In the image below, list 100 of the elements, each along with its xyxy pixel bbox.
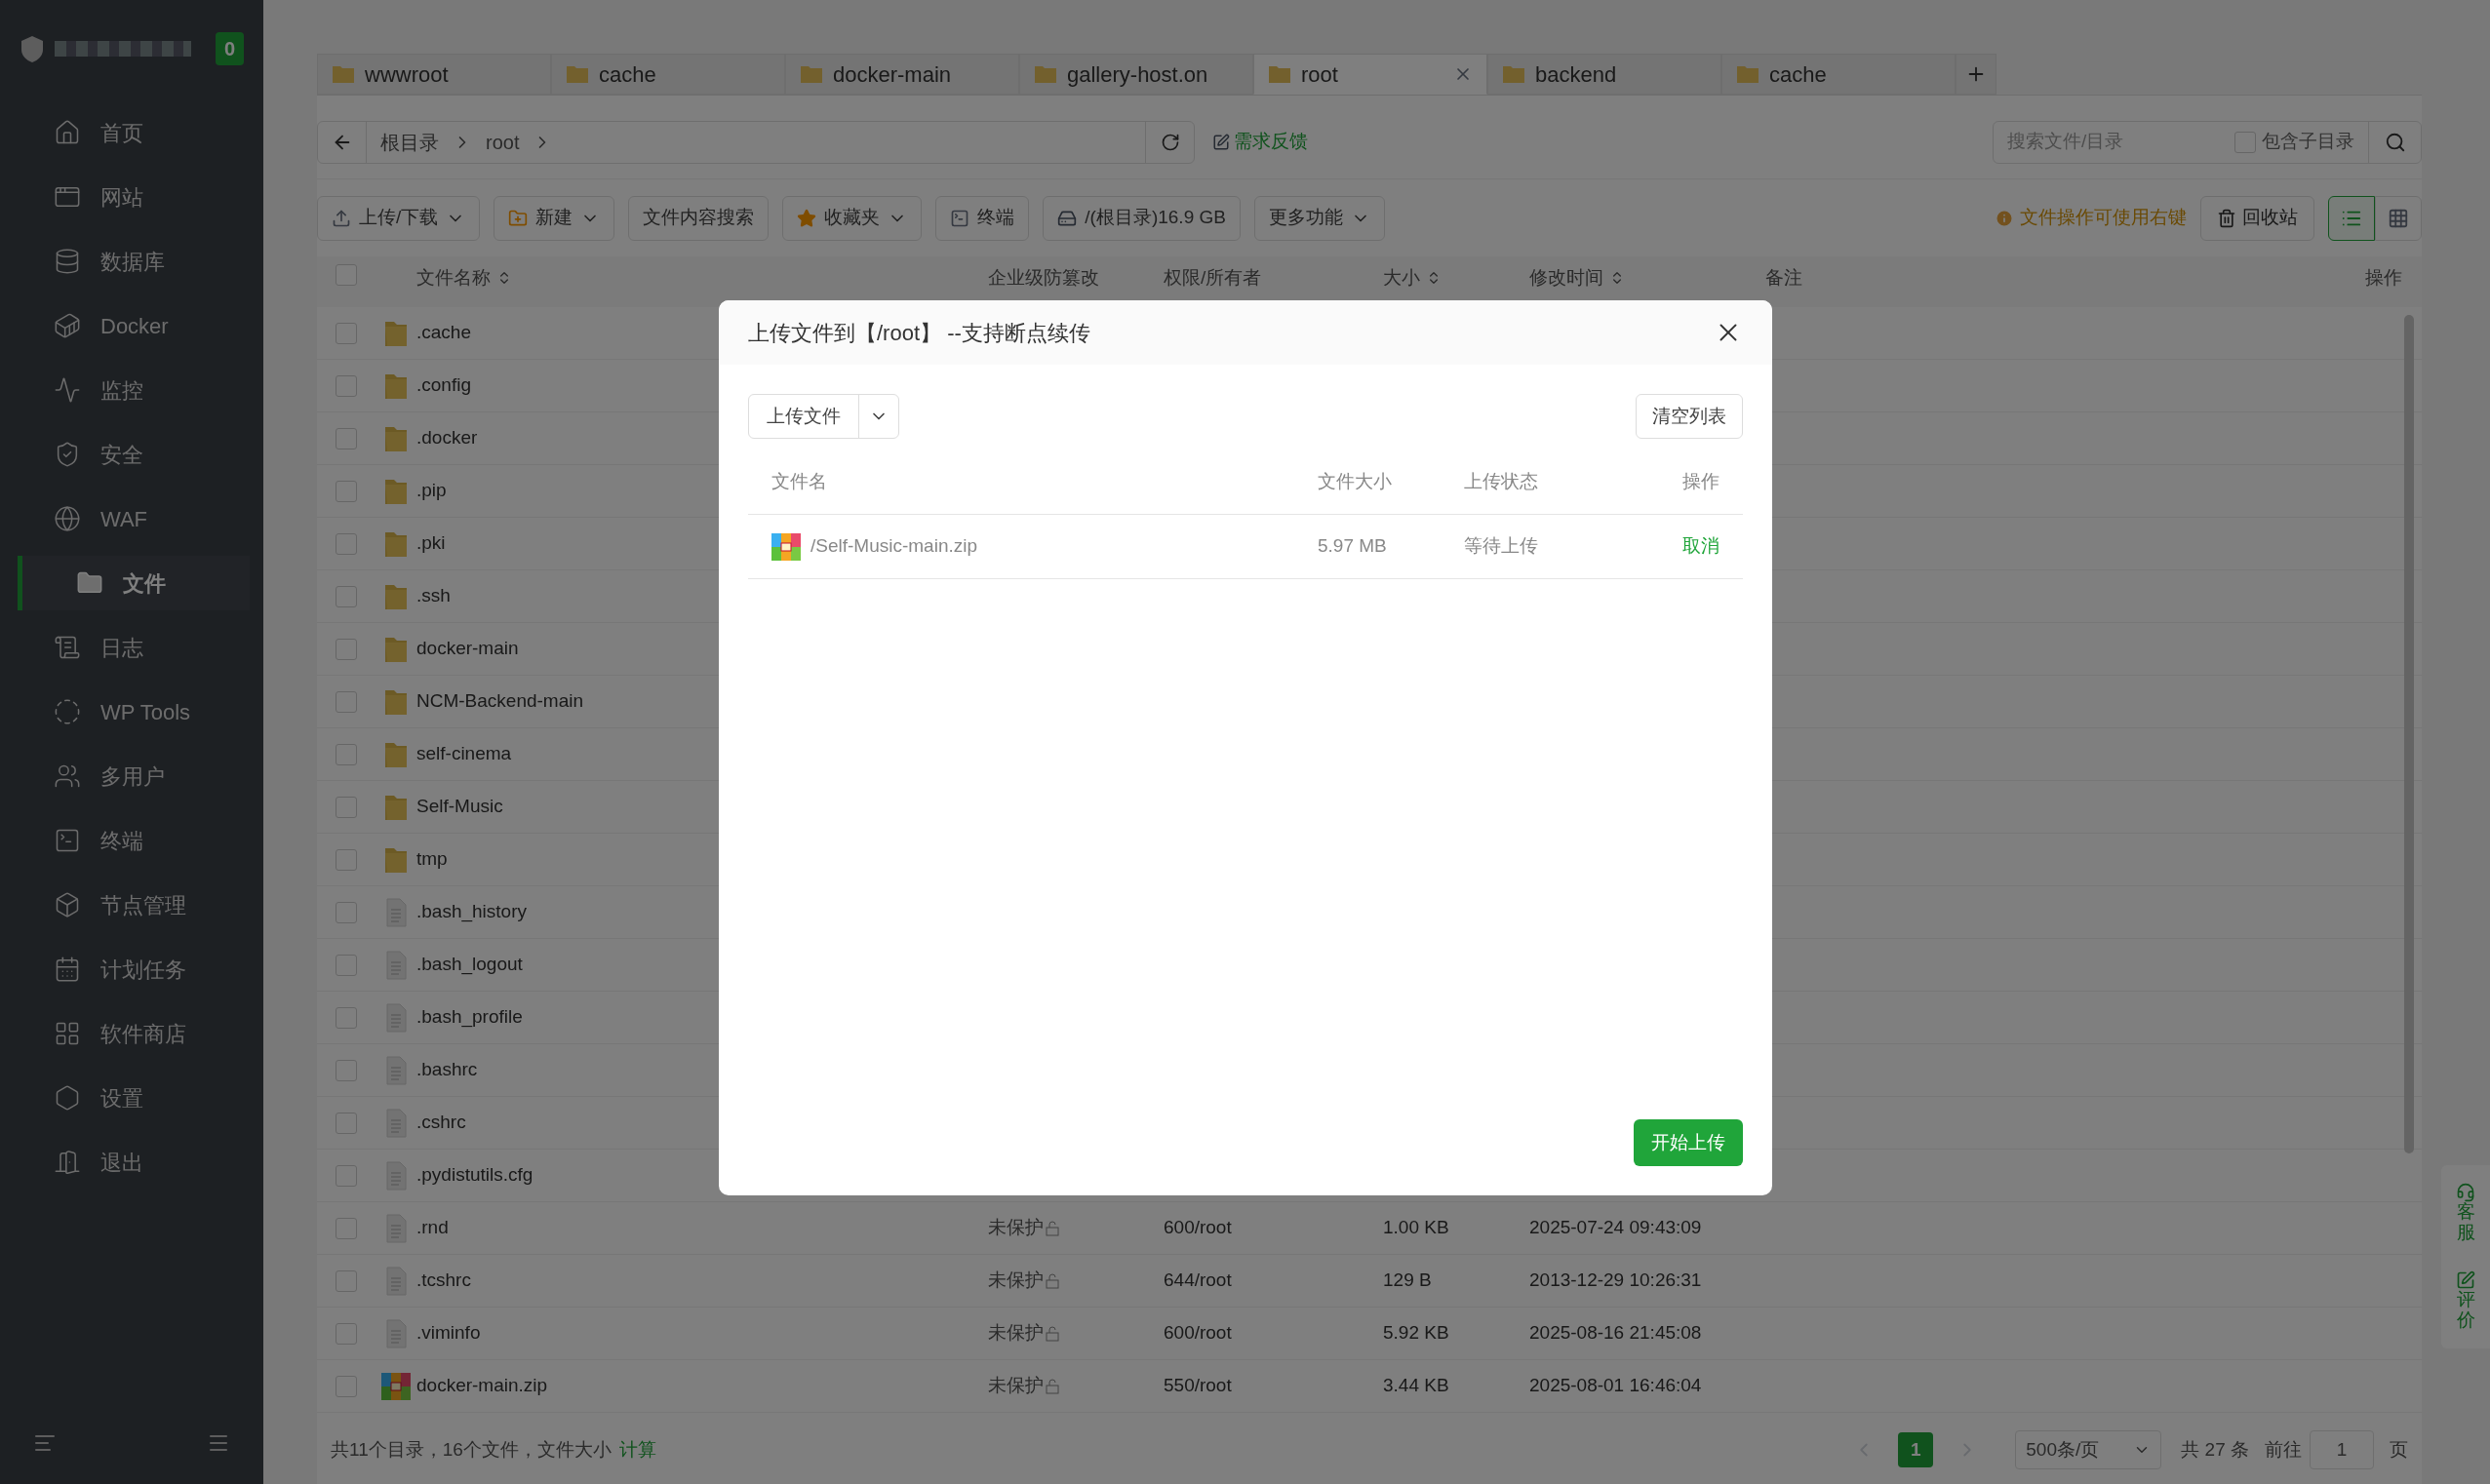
folder-tab[interactable]: cache xyxy=(1721,54,1956,95)
file-name[interactable]: .bash_logout xyxy=(416,951,523,979)
file-name[interactable]: .bashrc xyxy=(416,1056,478,1084)
toolbar-button[interactable]: 收藏夹 xyxy=(782,195,923,241)
checkbox[interactable] xyxy=(336,1269,357,1292)
file-name[interactable]: .viminfo xyxy=(416,1319,481,1347)
checkbox[interactable] xyxy=(336,901,357,923)
toolbar-button[interactable]: 新建 xyxy=(494,195,615,241)
toolbar-button[interactable]: 上传/下载 xyxy=(317,195,481,241)
folder-tab[interactable]: root xyxy=(1253,54,1487,95)
column-header[interactable]: 修改时间 xyxy=(1529,264,1625,293)
new-tab-button[interactable] xyxy=(1956,54,1996,95)
toolbar-button[interactable]: 终端 xyxy=(935,195,1030,241)
checkbox[interactable] xyxy=(336,638,357,660)
feedback-link[interactable]: 需求反馈 xyxy=(1212,128,1308,156)
sidebar-item[interactable]: 节点管理 xyxy=(0,878,250,932)
database-icon xyxy=(54,248,81,275)
page-input[interactable]: 1 xyxy=(2310,1430,2374,1469)
breadcrumb-link[interactable]: root xyxy=(486,127,520,157)
recycle-bin-button[interactable]: 回收站 xyxy=(2200,195,2314,241)
toolbar-button[interactable]: /(根目录)16.9 GB xyxy=(1043,195,1241,241)
checkbox[interactable] xyxy=(336,1164,357,1187)
refresh-icon xyxy=(1160,132,1180,152)
file-name[interactable]: .ssh xyxy=(416,582,451,610)
side-float-button[interactable]: 评价 xyxy=(2456,1269,2475,1331)
file-name[interactable]: .config xyxy=(416,371,471,400)
checkbox[interactable] xyxy=(336,1112,357,1134)
checkbox[interactable] xyxy=(336,1217,357,1239)
sidebar-item[interactable]: 计划任务 xyxy=(0,942,250,996)
toolbar-button[interactable]: 文件内容搜索 xyxy=(628,195,770,241)
checkbox[interactable] xyxy=(336,1322,357,1345)
folder-tab[interactable]: docker-main xyxy=(785,54,1019,95)
sidebar-item[interactable]: 文件 xyxy=(18,556,250,610)
upload-split-button[interactable]: 上传文件 xyxy=(748,394,899,439)
file-icon xyxy=(384,1266,408,1296)
toolbar-button[interactable]: 更多功能 xyxy=(1253,195,1385,241)
file-name[interactable]: .tcshrc xyxy=(416,1267,471,1295)
sidebar-item[interactable]: 日志 xyxy=(0,620,250,675)
folder-tab[interactable]: cache xyxy=(551,54,785,95)
checkbox[interactable] xyxy=(336,585,357,607)
checkbox[interactable] xyxy=(336,954,357,976)
sidebar-item[interactable]: 终端 xyxy=(0,813,250,868)
sidebar-item[interactable]: WAF xyxy=(0,491,250,546)
file-name[interactable]: docker-main.zip xyxy=(416,1372,548,1400)
file-name[interactable]: .pip xyxy=(416,477,447,505)
sidebar-item[interactable]: 退出 xyxy=(0,1135,250,1190)
file-name[interactable]: self-cinema xyxy=(416,740,512,768)
sidebar-item[interactable]: 设置 xyxy=(0,1071,250,1125)
grid-view-button[interactable] xyxy=(2375,195,2422,241)
file-name[interactable]: .cache xyxy=(416,319,471,347)
sidebar-item[interactable]: WP Tools xyxy=(0,684,250,739)
column-header[interactable]: 大小 xyxy=(1383,264,1442,293)
checkbox[interactable] xyxy=(336,374,357,397)
checkbox[interactable] xyxy=(336,1375,357,1397)
breadcrumb-link[interactable]: 根目录 xyxy=(380,127,439,157)
checkbox[interactable] xyxy=(336,427,357,449)
calculate-link[interactable]: 计算 xyxy=(618,1435,656,1464)
folder-tab[interactable]: backend xyxy=(1487,54,1721,95)
checkbox[interactable] xyxy=(336,796,357,818)
sidebar-item[interactable]: 数据库 xyxy=(0,234,250,289)
file-name[interactable]: Self-Music xyxy=(416,793,503,821)
checkbox[interactable] xyxy=(336,532,357,555)
sidebar-item[interactable]: 网站 xyxy=(0,170,250,224)
side-float-button[interactable]: 客服 xyxy=(2456,1183,2475,1243)
cancel-link[interactable]: 取消 xyxy=(1682,532,1719,561)
checkbox[interactable] xyxy=(336,264,357,286)
start-upload-button[interactable]: 开始上传 xyxy=(1634,1119,1743,1166)
folder-tab[interactable]: wwwroot xyxy=(317,54,551,95)
file-name[interactable]: .rnd xyxy=(416,1214,449,1242)
column-header[interactable]: 文件名称 xyxy=(416,264,512,293)
folder-icon xyxy=(1034,64,1057,84)
file-name[interactable]: .pydistutils.cfg xyxy=(416,1161,534,1190)
folder-tab[interactable]: gallery-host.on xyxy=(1019,54,1253,95)
clear-list-button[interactable]: 清空列表 xyxy=(1636,394,1743,439)
sidebar-item[interactable]: 首页 xyxy=(0,105,250,160)
permission-text: 644/root xyxy=(1164,1269,1232,1293)
sidebar-item[interactable]: 监控 xyxy=(0,363,250,417)
file-name[interactable]: .docker xyxy=(416,424,478,452)
sidebar-item[interactable]: 多用户 xyxy=(0,749,250,803)
checkbox[interactable] xyxy=(336,848,357,871)
checkbox[interactable] xyxy=(336,690,357,713)
checkbox[interactable] xyxy=(336,743,357,765)
sidebar-item[interactable]: Docker xyxy=(0,298,250,353)
sidebar-item[interactable]: 安全 xyxy=(0,427,250,482)
file-name[interactable]: .cshrc xyxy=(416,1109,466,1137)
checkbox[interactable] xyxy=(336,1059,357,1081)
file-name[interactable]: tmp xyxy=(416,845,448,874)
checkbox[interactable] xyxy=(336,322,357,344)
file-name[interactable]: .bash_profile xyxy=(416,1003,523,1032)
page-size-select[interactable]: 500条/页 xyxy=(2015,1430,2162,1469)
file-name[interactable]: .pki xyxy=(416,529,446,558)
sidebar-item[interactable]: 软件商店 xyxy=(0,1006,250,1061)
list-view-button[interactable] xyxy=(2328,195,2375,241)
file-name[interactable]: NCM-Backend-main xyxy=(416,687,584,716)
checkbox[interactable] xyxy=(336,1006,357,1029)
file-name[interactable]: docker-main xyxy=(416,635,519,663)
checkbox[interactable] xyxy=(336,480,357,502)
page-button[interactable]: 1 xyxy=(1898,1432,1934,1467)
checkbox[interactable] xyxy=(2234,131,2256,153)
file-name[interactable]: .bash_history xyxy=(416,898,527,926)
